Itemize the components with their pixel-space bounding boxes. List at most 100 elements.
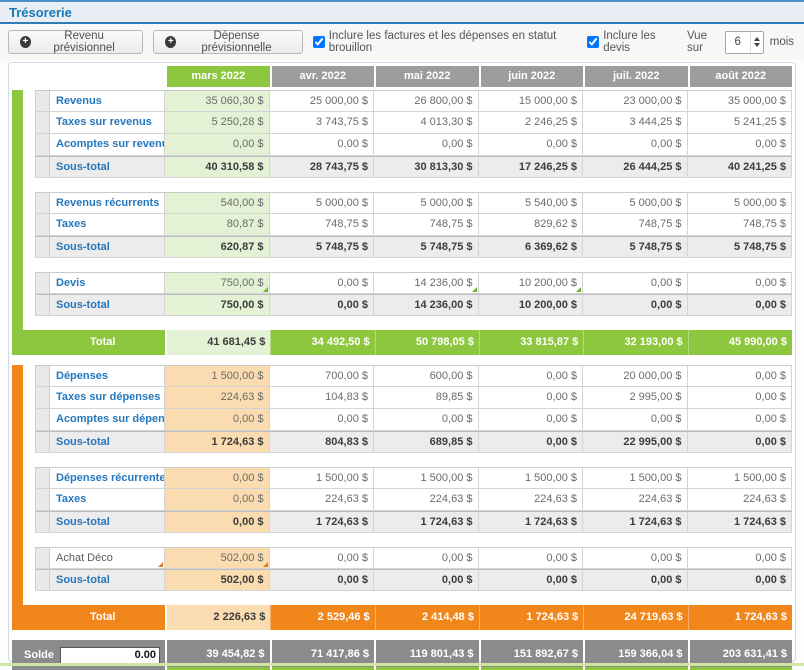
value-cell[interactable]: 0,00 $ (165, 489, 270, 511)
row-grip-handle[interactable] (35, 409, 50, 431)
value-cell[interactable]: 4 013,30 $ (374, 112, 479, 134)
value-cell[interactable]: 0,00 $ (479, 134, 584, 156)
row-grip-handle[interactable] (35, 467, 50, 489)
value-cell[interactable]: 5 540,00 $ (479, 192, 584, 214)
value-cell[interactable]: 0,00 $ (688, 272, 793, 294)
value-cell[interactable]: 0,00 $ (270, 547, 375, 569)
value-cell[interactable]: 0,00 $ (479, 409, 584, 431)
value-cell[interactable]: 0,00 $ (583, 547, 688, 569)
row-grip-handle[interactable] (35, 387, 50, 409)
value-cell[interactable]: 2 246,25 $ (479, 112, 584, 134)
row-label[interactable]: Devis (50, 272, 165, 294)
value-cell[interactable]: 748,75 $ (270, 214, 375, 236)
value-cell[interactable]: 0,00 $ (688, 409, 793, 431)
value-cell[interactable]: 0,00 $ (688, 134, 793, 156)
row-label[interactable]: Dépenses récurrentes (50, 467, 165, 489)
value-cell[interactable]: 748,75 $ (583, 214, 688, 236)
row-label[interactable]: Taxes sur revenus (50, 112, 165, 134)
value-cell[interactable]: 1 500,00 $ (479, 467, 584, 489)
value-cell[interactable]: 700,00 $ (270, 365, 375, 387)
value-cell[interactable]: 0,00 $ (374, 409, 479, 431)
row-label[interactable]: Revenus (50, 90, 165, 112)
value-cell[interactable]: 5 000,00 $ (583, 192, 688, 214)
value-cell[interactable]: 502,00 $ (165, 547, 270, 569)
value-cell[interactable]: 5 250,28 $ (165, 112, 270, 134)
value-cell[interactable]: 0,00 $ (479, 365, 584, 387)
value-cell[interactable]: 1 500,00 $ (374, 467, 479, 489)
add-revenue-forecast-button[interactable]: + Revenu prévisionnel (8, 30, 143, 54)
value-cell[interactable]: 748,75 $ (688, 214, 793, 236)
value-cell[interactable]: 0,00 $ (688, 387, 793, 409)
value-cell[interactable]: 1 500,00 $ (165, 365, 270, 387)
value-cell[interactable]: 0,00 $ (583, 134, 688, 156)
value-cell[interactable]: 35 060,30 $ (165, 90, 270, 112)
row-label[interactable]: Revenus récurrents (50, 192, 165, 214)
value-cell[interactable]: 224,63 $ (270, 489, 375, 511)
value-cell[interactable]: 5 241,25 $ (688, 112, 793, 134)
row-grip-handle[interactable] (35, 547, 50, 569)
value-cell[interactable]: 0,00 $ (583, 409, 688, 431)
value-cell[interactable]: 829,62 $ (479, 214, 584, 236)
value-cell[interactable]: 10 200,00 $ (479, 272, 584, 294)
value-cell[interactable]: 5 000,00 $ (688, 192, 793, 214)
value-cell[interactable]: 0,00 $ (165, 409, 270, 431)
row-label[interactable]: Acomptes sur revenus (50, 134, 165, 156)
value-cell[interactable]: 224,63 $ (374, 489, 479, 511)
row-grip-handle[interactable] (35, 365, 50, 387)
value-cell[interactable]: 0,00 $ (479, 387, 584, 409)
row-label[interactable]: Taxes sur dépenses (50, 387, 165, 409)
value-cell[interactable]: 25 000,00 $ (270, 90, 375, 112)
value-cell[interactable]: 0,00 $ (688, 547, 793, 569)
value-cell[interactable]: 540,00 $ (165, 192, 270, 214)
value-cell[interactable]: 3 444,25 $ (583, 112, 688, 134)
value-cell[interactable]: 0,00 $ (165, 467, 270, 489)
value-cell[interactable]: 0,00 $ (165, 134, 270, 156)
row-grip-handle[interactable] (35, 90, 50, 112)
value-cell[interactable]: 0,00 $ (583, 272, 688, 294)
months-input[interactable] (726, 32, 750, 53)
value-cell[interactable]: 750,00 $ (165, 272, 270, 294)
value-cell[interactable]: 0,00 $ (270, 272, 375, 294)
value-cell[interactable]: 5 000,00 $ (270, 192, 375, 214)
row-grip-handle[interactable] (35, 112, 50, 134)
value-cell[interactable]: 224,63 $ (165, 387, 270, 409)
value-cell[interactable]: 600,00 $ (374, 365, 479, 387)
row-grip-handle[interactable] (35, 489, 50, 511)
row-label[interactable]: Acomptes sur dépenses (50, 409, 165, 431)
row-grip-handle[interactable] (35, 134, 50, 156)
value-cell[interactable]: 748,75 $ (374, 214, 479, 236)
value-cell[interactable]: 5 000,00 $ (374, 192, 479, 214)
value-cell[interactable]: 104,83 $ (270, 387, 375, 409)
value-cell[interactable]: 224,63 $ (583, 489, 688, 511)
value-cell[interactable]: 0,00 $ (688, 365, 793, 387)
value-cell[interactable]: 80,87 $ (165, 214, 270, 236)
row-grip-handle[interactable] (35, 272, 50, 294)
value-cell[interactable]: 35 000,00 $ (688, 90, 793, 112)
value-cell[interactable]: 20 000,00 $ (583, 365, 688, 387)
value-cell[interactable]: 15 000,00 $ (479, 90, 584, 112)
include-quotes-checkbox[interactable] (587, 36, 599, 48)
add-expense-forecast-button[interactable]: + Dépense prévisionnelle (153, 30, 302, 54)
value-cell[interactable]: 1 500,00 $ (270, 467, 375, 489)
value-cell[interactable]: 0,00 $ (374, 547, 479, 569)
row-grip-handle[interactable] (35, 192, 50, 214)
spinner-up-icon[interactable] (754, 37, 760, 41)
balance-input[interactable] (60, 647, 160, 664)
value-cell[interactable]: 0,00 $ (374, 134, 479, 156)
value-cell[interactable]: 1 500,00 $ (583, 467, 688, 489)
value-cell[interactable]: 3 743,75 $ (270, 112, 375, 134)
value-cell[interactable]: 1 500,00 $ (688, 467, 793, 489)
row-label[interactable]: Taxes (50, 214, 165, 236)
value-cell[interactable]: 23 000,00 $ (583, 90, 688, 112)
row-label[interactable]: Achat Déco (50, 547, 165, 569)
spinner-down-icon[interactable] (754, 43, 760, 47)
spinner-arrows[interactable] (750, 32, 763, 53)
value-cell[interactable]: 0,00 $ (270, 134, 375, 156)
include-drafts-checkbox[interactable] (313, 36, 325, 48)
value-cell[interactable]: 0,00 $ (270, 409, 375, 431)
value-cell[interactable]: 26 800,00 $ (374, 90, 479, 112)
value-cell[interactable]: 0,00 $ (479, 547, 584, 569)
value-cell[interactable]: 14 236,00 $ (374, 272, 479, 294)
value-cell[interactable]: 89,85 $ (374, 387, 479, 409)
row-label[interactable]: Taxes (50, 489, 165, 511)
